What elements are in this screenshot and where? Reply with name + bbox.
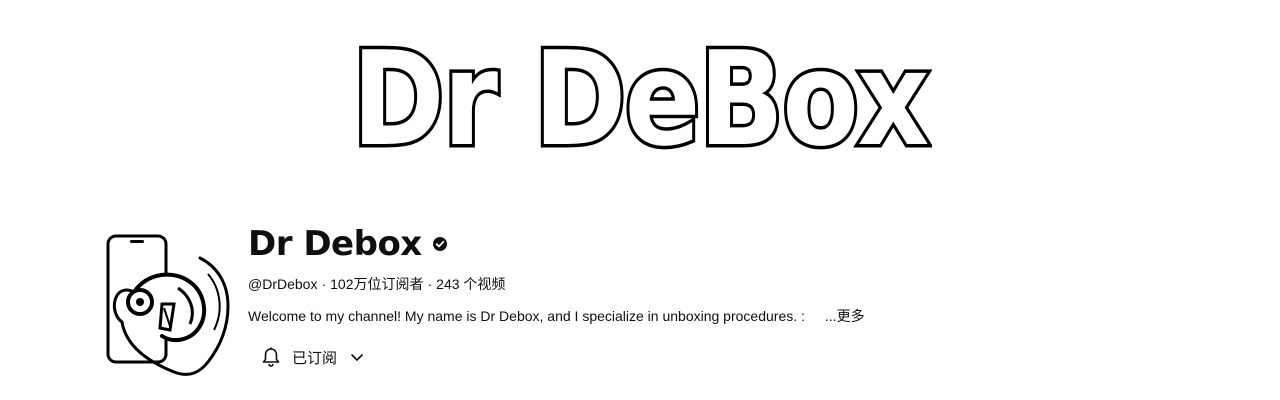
meta-separator: · [427,276,433,292]
subscriber-count: 102万位订阅者 [330,276,424,292]
channel-banner: Dr DeBox [0,0,1280,190]
verified-check-icon [432,236,448,252]
channel-info: Dr Debox @DrDebox · 102万位订阅者 · 243 个视频 W… [248,222,1228,372]
bell-icon [260,346,282,368]
channel-avatar[interactable] [104,222,232,382]
video-count: 243 个视频 [436,276,506,292]
channel-meta: @DrDebox · 102万位订阅者 · 243 个视频 [248,274,1228,294]
channel-description: Welcome to my channel! My name is Dr Deb… [248,308,805,324]
channel-page: Dr DeBox Dr Debox @DrDebox · 102万位订阅者 · … [0,0,1280,400]
subscribed-button[interactable]: 已订阅 [248,342,1228,372]
more-link[interactable]: ...更多 [825,306,865,326]
avatar-phone-hand-icon [106,234,230,376]
channel-name: Dr Debox [248,224,422,264]
banner-title: Dr DeBox [349,23,933,175]
channel-name-row: Dr Debox [248,222,1228,266]
subscribed-label: 已订阅 [292,349,338,367]
channel-description-row[interactable]: Welcome to my channel! My name is Dr Deb… [248,306,1228,326]
channel-handle: @DrDebox [248,276,318,292]
chevron-down-icon [349,349,365,365]
meta-separator: · [321,276,327,292]
